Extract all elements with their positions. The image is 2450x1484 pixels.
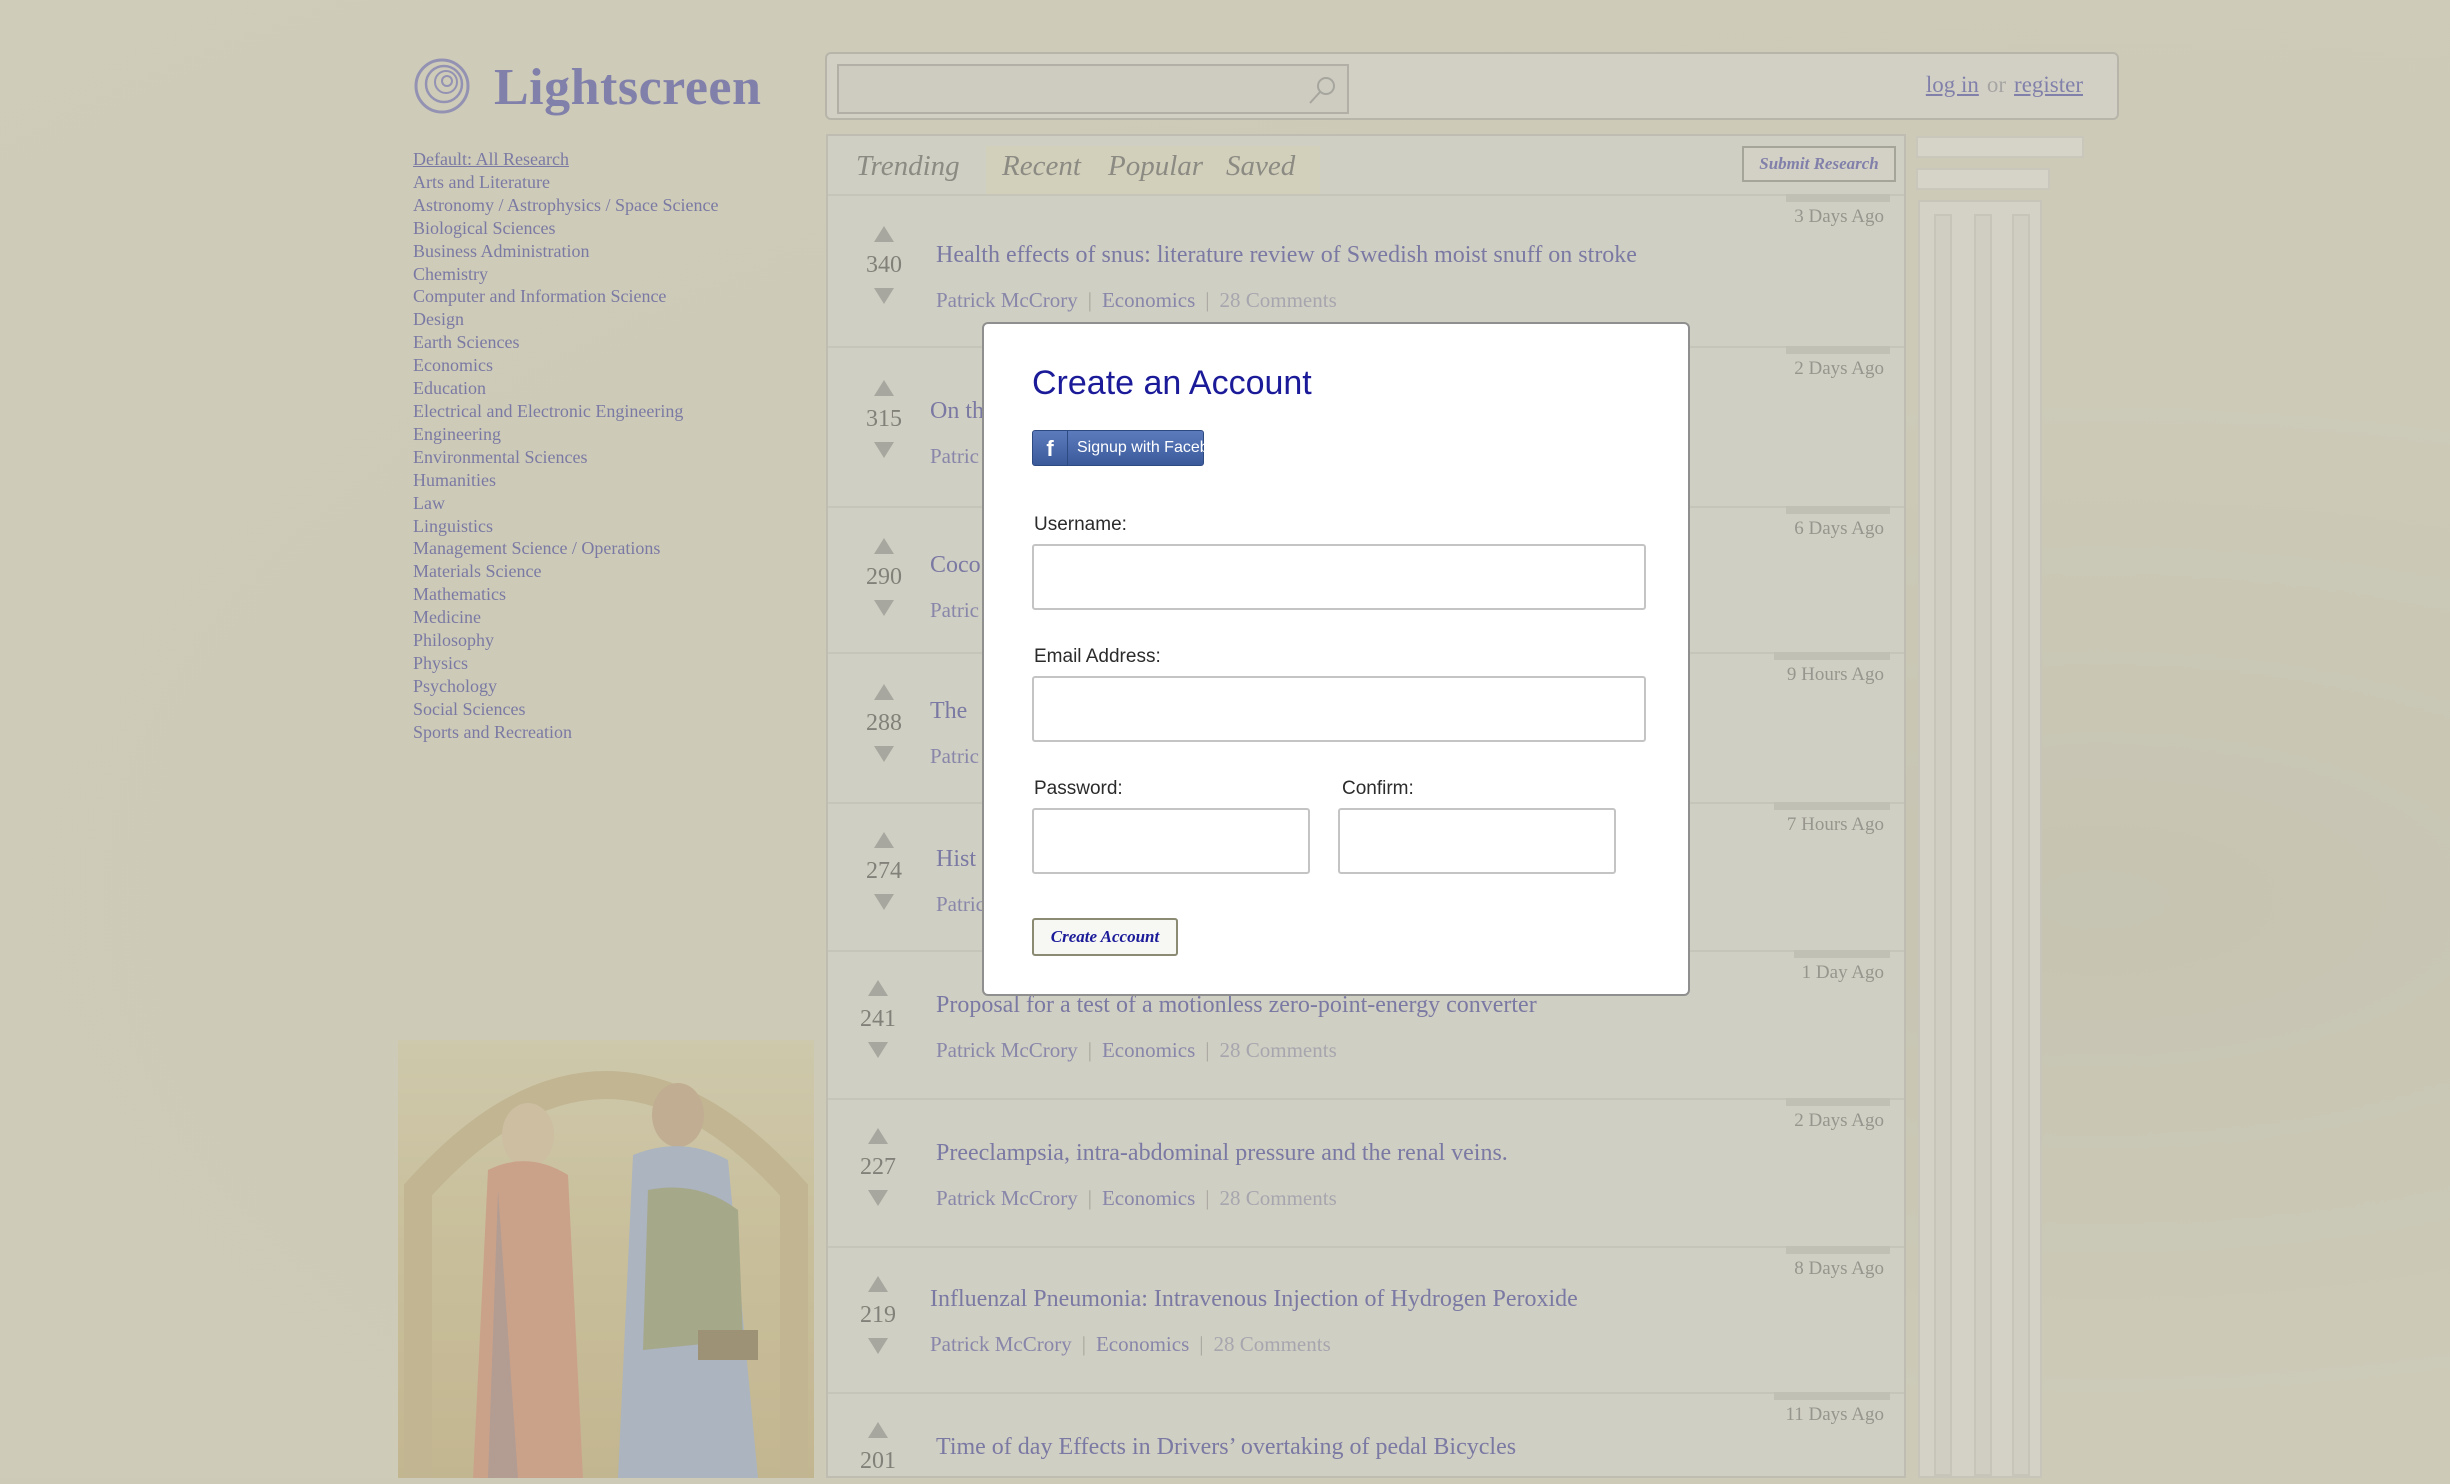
facebook-signup-button[interactable]: f Signup with Facebook	[1032, 430, 1234, 466]
password-label: Password:	[1034, 778, 1123, 799]
email-label: Email Address:	[1034, 646, 1161, 667]
confirm-password-input[interactable]	[1338, 808, 1616, 874]
username-label: Username:	[1034, 514, 1127, 535]
facebook-signup-label: Signup with Facebook	[1077, 439, 1235, 456]
email-input[interactable]	[1032, 676, 1646, 742]
username-input[interactable]	[1032, 544, 1646, 610]
modal-title: Create an Account	[1032, 364, 1312, 402]
confirm-label: Confirm:	[1342, 778, 1414, 799]
create-account-modal: Create an Account f Signup with Facebook…	[982, 322, 1690, 996]
password-input[interactable]	[1032, 808, 1310, 874]
facebook-icon: f	[1033, 431, 1068, 465]
create-account-button[interactable]: Create Account	[1032, 918, 1178, 956]
